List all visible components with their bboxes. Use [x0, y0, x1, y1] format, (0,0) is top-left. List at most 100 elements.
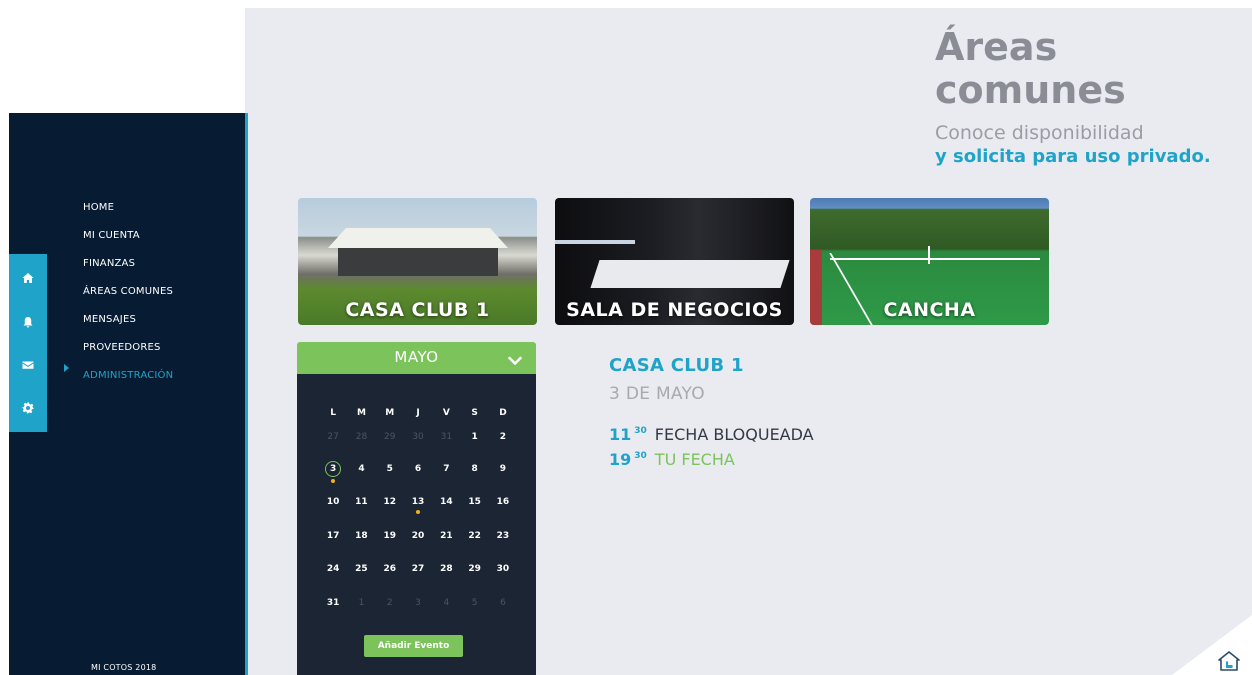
calendar-day[interactable]: 24 [319, 561, 347, 577]
calendar-week: 3 4 5 6 7 8 9 [319, 461, 517, 483]
slot-status: TU FECHA [654, 450, 735, 469]
slot-minutes: 30 [634, 426, 647, 436]
calendar-day-other-month: 3 [415, 598, 421, 608]
calendar-day[interactable]: 27 [404, 561, 432, 577]
calendar-day-other-month: 6 [500, 598, 506, 608]
calendar-day[interactable]: 10 [319, 494, 347, 510]
slot-hour: 11 [609, 425, 632, 444]
chevron-down-icon [508, 352, 522, 365]
calendar-day-other-month: 30 [412, 432, 424, 442]
sidebar-footer: MI COTOS 2018 [91, 663, 157, 672]
selected-day-number: 3 [325, 461, 342, 477]
calendar-day[interactable]: 6 [404, 461, 432, 477]
calendar-week: 24 25 26 27 28 29 30 [319, 561, 517, 577]
weekday-label: M [385, 408, 395, 418]
area-card-label: SALA DE NEGOCIOS [566, 299, 783, 321]
calendar-day-with-event[interactable]: 13 [404, 494, 432, 514]
calendar-day[interactable]: 23 [489, 528, 517, 544]
weekday-label: L [330, 408, 337, 418]
home-icon[interactable] [9, 267, 47, 289]
calendar-day[interactable]: 9 [489, 461, 517, 477]
court-line [830, 258, 1040, 260]
sidebar-item-proveedores[interactable]: PROVEEDORES [83, 333, 173, 361]
calendar-day-other-month: 5 [471, 598, 478, 608]
area-card-sala-negocios[interactable]: SALA DE NEGOCIOS [555, 198, 794, 325]
gear-icon[interactable] [9, 397, 47, 419]
calendar-day-other-month: 28 [355, 432, 368, 442]
calendar-day[interactable]: 19 [376, 528, 404, 544]
weekday-label: J [416, 408, 420, 418]
calendar-day[interactable]: 14 [432, 494, 460, 510]
sidebar-item-areas-comunes[interactable]: ÁREAS COMUNES [83, 277, 173, 305]
time-slot-yours: 19 30 TU FECHA [609, 450, 735, 469]
calendar-week: 17 18 19 20 21 22 23 [319, 528, 517, 544]
calendar-day-other-month: 29 [384, 432, 396, 442]
calendar-day[interactable]: 22 [460, 528, 488, 544]
weekday-label: S [471, 408, 478, 418]
page-subtitle: Conoce disponibilidad [935, 122, 1144, 144]
calendar-day[interactable]: 29 [460, 561, 488, 577]
calendar-day[interactable]: 15 [460, 494, 488, 510]
app-screen: HOME MI CUENTA FINANZAS ÁREAS COMUNES ME… [0, 0, 1252, 675]
weekday-label: D [499, 408, 507, 418]
active-item-arrow-icon [64, 364, 69, 372]
calendar-month-selector[interactable]: MAYO [297, 342, 536, 374]
add-event-button[interactable]: Añadir Evento [364, 635, 463, 657]
area-card-casa-club[interactable]: CASA CLUB 1 [298, 198, 537, 325]
calendar-day-other-month: 2 [386, 598, 393, 608]
calendar-day[interactable]: 2 [489, 429, 517, 445]
calendar-day[interactable]: 12 [376, 494, 404, 510]
corner-fold [1172, 615, 1252, 675]
calendar-week: 31 1 2 3 4 5 6 [319, 595, 517, 611]
slot-hour: 19 [609, 450, 632, 469]
calendar-day[interactable]: 16 [489, 494, 517, 510]
calendar-day-other-month: 1 [358, 598, 365, 608]
page-title-line-1: Áreas [935, 25, 1058, 69]
net-post [928, 246, 930, 264]
calendar-day[interactable]: 5 [376, 461, 404, 477]
time-slot-blocked: 11 30 FECHA BLOQUEADA [609, 425, 814, 444]
sidebar-item-administracion[interactable]: ADMINISTRACIÓN [83, 361, 173, 389]
calendar-day[interactable]: 30 [489, 561, 517, 577]
sidebar-item-finanzas[interactable]: FINANZAS [83, 249, 173, 277]
sidebar-item-home[interactable]: HOME [83, 193, 173, 221]
calendar-day[interactable]: 11 [347, 494, 375, 510]
calendar-day-selected[interactable]: 3 [319, 461, 347, 483]
calendar-month-label: MAYO [394, 348, 439, 366]
page-subtitle-strong: y solicita para uso privado. [935, 146, 1211, 167]
calendar-week: 10 11 12 13 14 15 16 [319, 494, 517, 514]
calendar-day[interactable]: 28 [432, 561, 460, 577]
sidebar-accent-bar [245, 113, 248, 675]
calendar-day[interactable]: 18 [347, 528, 375, 544]
slot-status: FECHA BLOQUEADA [654, 425, 814, 444]
weekday-label: V [442, 408, 450, 418]
icon-rail [9, 254, 47, 432]
mail-icon[interactable] [9, 354, 47, 376]
calendar-day-other-month: 31 [440, 432, 453, 442]
calendar-day[interactable]: 1 [460, 429, 488, 445]
area-card-label: CANCHA [883, 299, 976, 321]
home-hand-icon[interactable] [1218, 651, 1240, 671]
calendar-day[interactable]: 25 [347, 561, 375, 577]
calendar-day-other-month: 27 [327, 432, 339, 442]
ceiling-light [555, 240, 635, 244]
calendar-day[interactable]: 8 [460, 461, 488, 477]
area-card-label: CASA CLUB 1 [345, 299, 490, 321]
calendar-day[interactable]: 21 [432, 528, 460, 544]
calendar-day-other-month: 4 [443, 598, 450, 608]
calendar-day[interactable]: 4 [347, 461, 375, 477]
calendar-day[interactable]: 26 [376, 561, 404, 577]
sidebar-item-mi-cuenta[interactable]: MI CUENTA [83, 221, 173, 249]
bell-icon[interactable] [9, 311, 47, 333]
area-card-cancha[interactable]: CANCHA [810, 198, 1049, 325]
page-title-line-2: comunes [935, 68, 1126, 112]
slot-minutes: 30 [634, 451, 647, 461]
calendar-day[interactable]: 31 [319, 595, 347, 611]
calendar-day[interactable]: 7 [432, 461, 460, 477]
weekday-label: M [356, 408, 366, 418]
calendar-weekday-row: L M M J V S D [319, 405, 517, 421]
calendar-day[interactable]: 20 [404, 528, 432, 544]
sidebar-item-mensajes[interactable]: MENSAJES [83, 305, 173, 333]
calendar-week: 27 28 29 30 31 1 2 [319, 429, 517, 445]
calendar-day[interactable]: 17 [319, 528, 347, 544]
